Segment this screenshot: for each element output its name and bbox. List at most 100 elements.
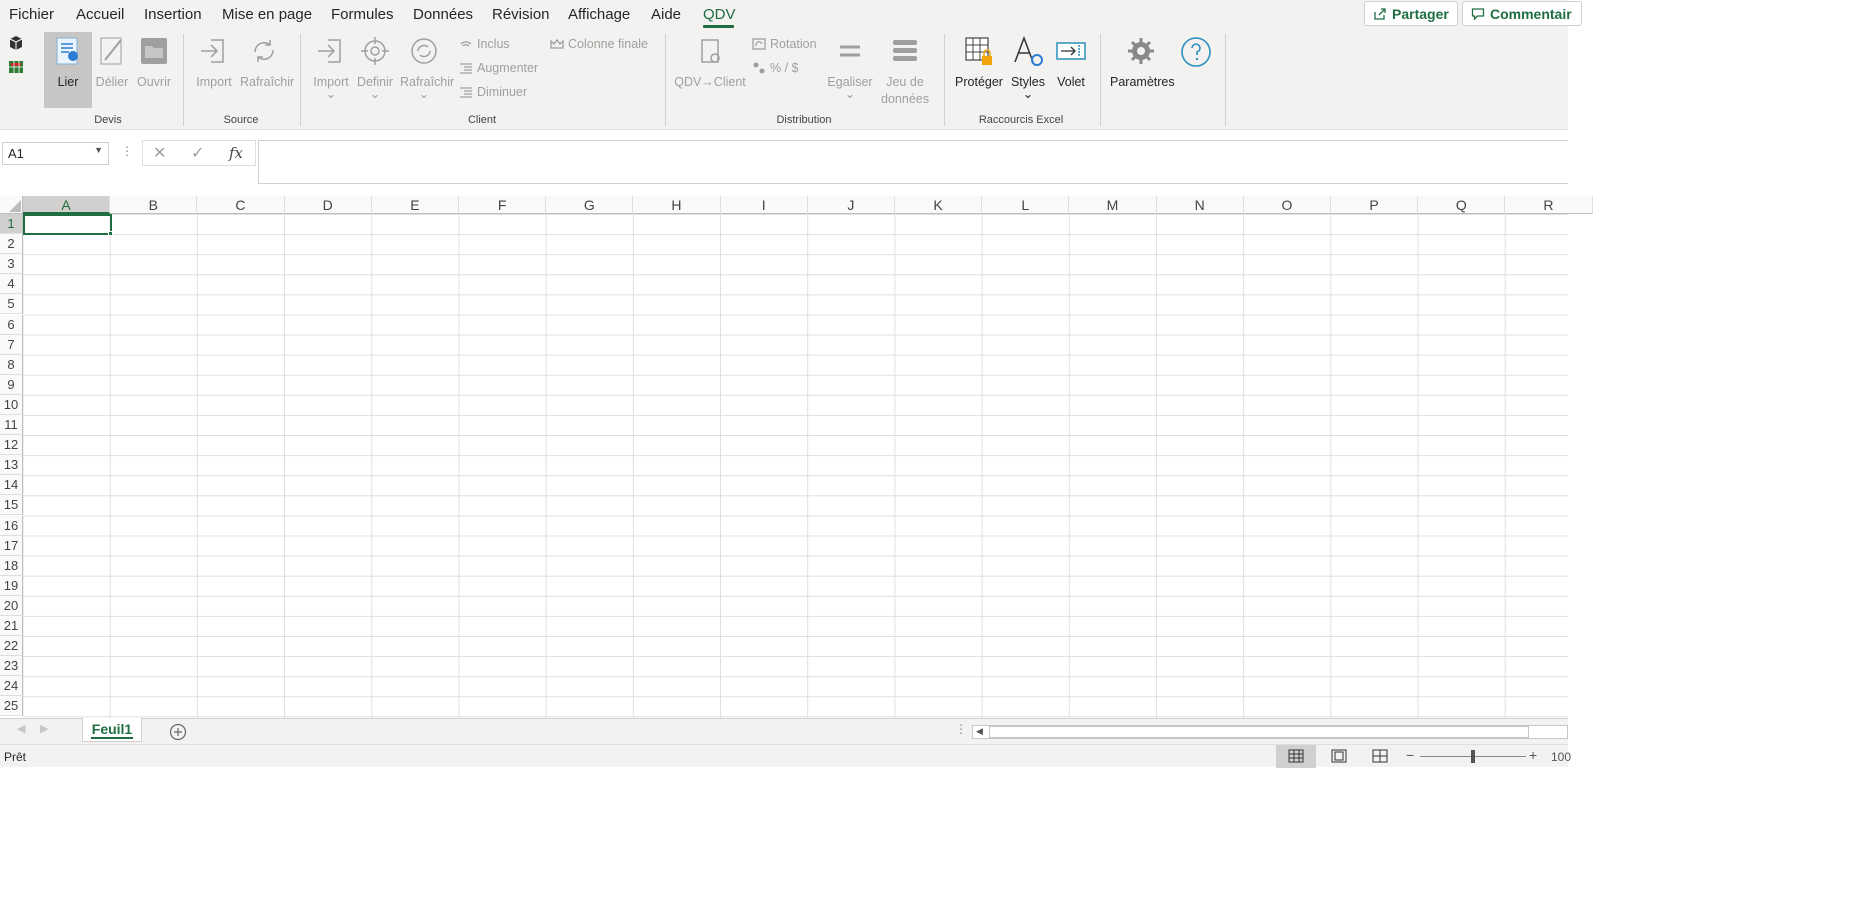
percent-dollar-button[interactable]: % / $ <box>752 61 799 75</box>
next-sheet-icon[interactable]: ▶ <box>40 722 48 735</box>
row-header[interactable]: 9 <box>0 374 23 395</box>
zoom-level[interactable]: 100 <box>1551 750 1571 764</box>
column-header[interactable]: P <box>1331 196 1419 214</box>
sheet-tab-feuil1[interactable]: Feuil1 <box>82 718 142 742</box>
horizontal-scrollbar[interactable]: ◀ <box>972 725 1568 739</box>
column-header[interactable]: O <box>1243 196 1331 214</box>
column-header[interactable]: A <box>23 196 111 214</box>
column-header[interactable]: B <box>110 196 198 214</box>
more-options-icon[interactable]: ⋮ <box>121 144 133 158</box>
fill-handle[interactable] <box>108 231 113 236</box>
row-header[interactable]: 2 <box>0 234 23 255</box>
definir-button[interactable]: Definir ⌄ <box>351 32 399 108</box>
tab-mise-en-page[interactable]: Mise en page <box>222 6 312 23</box>
row-header[interactable]: 12 <box>0 435 23 456</box>
prev-sheet-icon[interactable]: ◀ <box>17 722 25 735</box>
inclus-button[interactable]: Inclus <box>459 37 510 51</box>
row-header[interactable]: 5 <box>0 294 23 315</box>
row-header[interactable]: 25 <box>0 696 23 717</box>
delier-button[interactable]: Délier <box>88 32 136 108</box>
proteger-button[interactable]: Protéger <box>953 32 1005 108</box>
zoom-slider-thumb[interactable] <box>1471 750 1475 763</box>
qdv-client-button[interactable]: QDV→Client <box>674 32 746 108</box>
row-header[interactable]: 1 <box>0 214 23 235</box>
row-header[interactable]: 4 <box>0 274 23 295</box>
enter-icon[interactable]: ✓ <box>191 143 204 163</box>
row-header[interactable]: 21 <box>0 616 23 637</box>
help-icon[interactable] <box>1180 36 1212 68</box>
tab-insertion[interactable]: Insertion <box>144 6 202 23</box>
row-header[interactable]: 3 <box>0 254 23 275</box>
share-button[interactable]: Partager <box>1364 1 1458 26</box>
row-header[interactable]: 15 <box>0 495 23 516</box>
row-header[interactable]: 7 <box>0 334 23 355</box>
tab-qdv[interactable]: QDV <box>703 6 736 23</box>
lier-button[interactable]: Lier <box>44 32 92 108</box>
scroll-thumb[interactable] <box>989 726 1529 738</box>
source-refresh-button[interactable]: Rafraîchir <box>240 32 294 108</box>
chevron-down-icon[interactable]: ▼ <box>94 145 103 155</box>
source-import-button[interactable]: Import <box>190 32 238 108</box>
cancel-icon[interactable]: ✕ <box>153 143 166 163</box>
jeu-de-donnees-button[interactable]: Jeu de données <box>876 32 934 108</box>
client-import-button[interactable]: Import ⌄ <box>307 32 355 108</box>
zoom-out-icon[interactable]: − <box>1406 747 1414 763</box>
selected-cell[interactable] <box>23 214 112 235</box>
grid-small-icon[interactable] <box>8 59 24 75</box>
scroll-left-icon[interactable]: ◀ <box>976 726 983 737</box>
zoom-in-icon[interactable]: + <box>1529 747 1537 763</box>
tab-accueil[interactable]: Accueil <box>76 6 124 23</box>
column-header[interactable]: F <box>459 196 547 214</box>
tab-revision[interactable]: Révision <box>492 6 550 23</box>
page-break-icon[interactable] <box>1372 749 1388 763</box>
tab-split-icon[interactable]: ⋮ <box>955 722 967 736</box>
column-header[interactable]: I <box>720 196 808 214</box>
row-header[interactable]: 11 <box>0 415 23 436</box>
styles-button[interactable]: Styles ⌄ <box>1004 32 1052 108</box>
column-header[interactable]: K <box>895 196 983 214</box>
add-sheet-icon[interactable] <box>169 723 187 741</box>
row-header[interactable]: 19 <box>0 575 23 596</box>
row-header[interactable]: 22 <box>0 636 23 657</box>
column-header[interactable]: C <box>197 196 285 214</box>
tab-aide[interactable]: Aide <box>651 6 681 23</box>
tab-formules[interactable]: Formules <box>331 6 394 23</box>
column-header[interactable]: J <box>807 196 895 214</box>
formula-input[interactable] <box>258 140 1568 184</box>
row-header[interactable]: 16 <box>0 515 23 536</box>
normal-view-button[interactable] <box>1276 745 1316 768</box>
column-header[interactable]: R <box>1505 196 1593 214</box>
column-header[interactable]: L <box>982 196 1070 214</box>
cube-icon[interactable] <box>8 35 24 51</box>
volet-button[interactable]: Volet <box>1047 32 1095 108</box>
tab-donnees[interactable]: Données <box>413 6 473 23</box>
client-refresh-button[interactable]: Rafraîchir ⌄ <box>400 32 454 108</box>
row-header[interactable]: 6 <box>0 314 23 335</box>
tab-fichier[interactable]: Fichier <box>9 6 54 23</box>
column-header[interactable]: G <box>546 196 634 214</box>
tab-affichage[interactable]: Affichage <box>568 6 630 23</box>
column-header[interactable]: E <box>371 196 459 214</box>
column-header[interactable]: D <box>284 196 372 214</box>
row-header[interactable]: 10 <box>0 394 23 415</box>
row-header[interactable]: 14 <box>0 475 23 496</box>
row-header[interactable]: 24 <box>0 676 23 697</box>
page-layout-icon[interactable] <box>1331 749 1347 763</box>
row-header[interactable]: 17 <box>0 535 23 556</box>
rotation-button[interactable]: Rotation <box>752 37 817 51</box>
column-header[interactable]: Q <box>1418 196 1506 214</box>
column-header[interactable]: M <box>1069 196 1157 214</box>
colonne-finale-button[interactable]: Colonne finale <box>550 37 648 51</box>
row-header[interactable]: 23 <box>0 656 23 677</box>
egaliser-button[interactable]: Egaliser ⌄ <box>826 32 874 108</box>
column-header[interactable]: N <box>1156 196 1244 214</box>
cell-area[interactable] <box>23 214 1568 718</box>
name-box[interactable]: A1 ▼ <box>2 142 109 165</box>
parametres-button[interactable]: Paramètres <box>1110 32 1175 108</box>
row-header[interactable]: 18 <box>0 555 23 576</box>
row-header[interactable]: 13 <box>0 455 23 476</box>
select-all-corner[interactable] <box>0 196 23 214</box>
column-header[interactable]: H <box>633 196 721 214</box>
insert-function-icon[interactable]: fx <box>229 144 243 162</box>
row-header[interactable]: 8 <box>0 354 23 375</box>
